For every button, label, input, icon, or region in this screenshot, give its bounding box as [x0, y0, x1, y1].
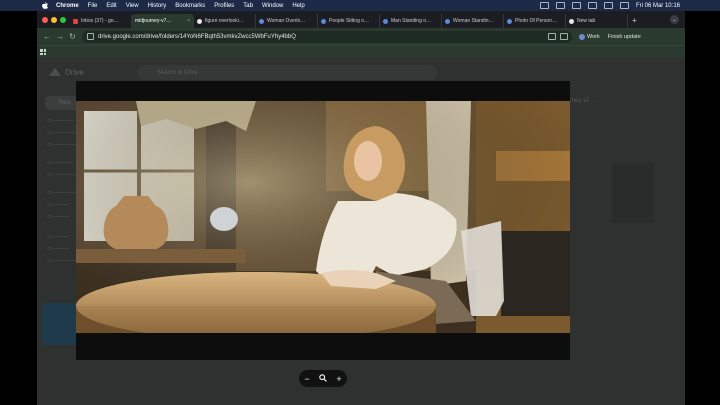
globe-icon — [383, 18, 388, 24]
site-info-icon[interactable] — [87, 33, 94, 40]
menu-history[interactable]: History — [148, 3, 167, 9]
tab-woman-standing[interactable]: Woman Standin… — [442, 14, 504, 28]
new-tab-button[interactable]: + — [632, 16, 637, 25]
macos-menubar: Chrome File Edit View History Bookmarks … — [0, 0, 720, 11]
address-bar[interactable]: drive.google.com/drive/folders/14YoN6FBq… — [82, 30, 572, 43]
globe-icon — [321, 18, 326, 24]
tab-people-sitting[interactable]: People Sitting o… — [318, 14, 380, 28]
zoom-out-button[interactable]: − — [301, 374, 313, 384]
tab-strip: Inbox (37) - go… midjourney-v7… × figure … — [37, 11, 685, 63]
forward-arrow-icon[interactable]: → — [56, 32, 64, 41]
tab-figure[interactable]: figure overlooki… — [194, 14, 256, 28]
menubar-status-area: Fri 06 Mar 10:16 — [539, 0, 680, 11]
back-arrow-icon[interactable]: ← — [43, 32, 51, 41]
menu-window[interactable]: Window — [262, 3, 283, 9]
bookmarks-bar — [37, 45, 685, 58]
apple-icon[interactable] — [40, 0, 50, 11]
drive-search-input[interactable]: Search in Drive — [137, 65, 437, 80]
preview-photo-art — [76, 101, 570, 333]
apps-grid-icon[interactable] — [40, 49, 46, 55]
drive-brand: Drive — [65, 68, 84, 77]
window-controls — [42, 17, 66, 23]
profile-chip[interactable]: Work — [579, 33, 600, 40]
zoom-in-button[interactable]: + — [333, 374, 345, 384]
bookmark-star-icon[interactable] — [560, 33, 568, 40]
battery-icon[interactable] — [587, 2, 597, 9]
control-center-icon[interactable] — [619, 2, 629, 9]
tab-inbox[interactable]: Inbox (37) - go… — [70, 14, 132, 28]
google-icon — [197, 18, 202, 24]
drive-logo-icon — [49, 68, 61, 76]
menu-bookmarks[interactable]: Bookmarks — [175, 3, 205, 9]
tab-photo-of-person[interactable]: Photo Of Person… — [504, 14, 566, 28]
image-preview — [76, 81, 570, 360]
gmail-icon — [73, 18, 78, 24]
cast-icon[interactable] — [548, 33, 556, 40]
tab-man-standing[interactable]: Man Standing o… — [380, 14, 442, 28]
browser-toolbar: ← → ↻ drive.google.com/drive/folders/14Y… — [37, 28, 685, 45]
tab-search-chevron-icon[interactable]: ⌄ — [670, 15, 679, 24]
finish-update-button[interactable]: Finish update — [608, 34, 641, 40]
magnifier-icon[interactable] — [317, 373, 329, 384]
close-window-icon[interactable] — [42, 17, 48, 23]
tab-new-tab[interactable]: New tab — [566, 14, 628, 28]
menu-help[interactable]: Help — [292, 3, 304, 9]
close-tab-icon[interactable]: × — [187, 18, 190, 24]
menu-app-name[interactable]: Chrome — [56, 3, 79, 9]
minimize-window-icon[interactable] — [51, 17, 57, 23]
tab-drive-folder[interactable]: midjourney-v7… × — [37, 14, 194, 63]
tab-woman-overlooking[interactable]: Woman Overlo… — [256, 14, 318, 28]
globe-icon — [507, 18, 512, 24]
screen-record-icon[interactable] — [539, 2, 549, 9]
reload-icon[interactable]: ↻ — [69, 32, 76, 41]
menubar-clock[interactable]: Fri 06 Mar 10:16 — [636, 3, 680, 9]
zoom-controls: − + — [299, 370, 347, 387]
display-icon[interactable] — [555, 2, 565, 9]
app-status-icon[interactable] — [571, 2, 581, 9]
address-url[interactable]: drive.google.com/drive/folders/14YoN6FBq… — [98, 34, 548, 40]
google-icon — [569, 18, 574, 24]
zoom-window-icon[interactable] — [60, 17, 66, 23]
menu-view[interactable]: View — [126, 3, 139, 9]
menu-file[interactable]: File — [88, 3, 98, 9]
menu-edit[interactable]: Edit — [106, 3, 116, 9]
globe-icon — [445, 18, 450, 24]
wifi-icon[interactable] — [603, 2, 613, 9]
globe-icon — [259, 18, 264, 24]
preview-photo — [76, 101, 570, 333]
menu-tab[interactable]: Tab — [243, 3, 253, 9]
profile-avatar-icon — [579, 33, 585, 40]
drive-thumbnail — [612, 163, 654, 223]
menu-profiles[interactable]: Profiles — [214, 3, 234, 9]
